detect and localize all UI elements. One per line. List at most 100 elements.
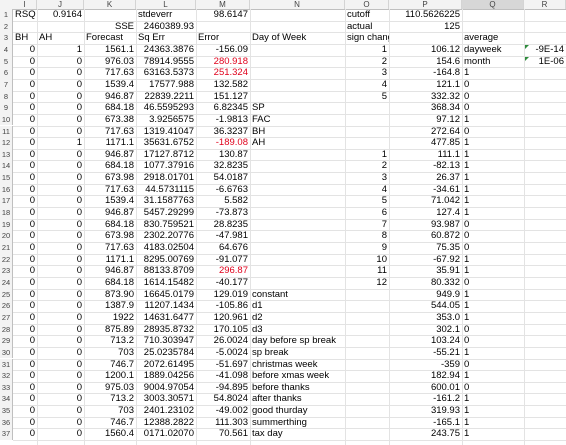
cell-p13[interactable]: 111.1 — [389, 149, 462, 161]
column-header-k[interactable]: K — [84, 0, 136, 9]
cell-l18[interactable]: 5457.29299 — [136, 207, 196, 219]
cell-m28[interactable]: 170.105 — [196, 324, 250, 336]
cell-l20[interactable]: 2302.20776 — [136, 230, 196, 242]
cell-l29[interactable]: 710.303947 — [136, 335, 196, 347]
cell-k34[interactable]: 713.2 — [84, 393, 136, 405]
cell-j31[interactable]: 0 — [37, 359, 84, 371]
cell-l4[interactable]: 24363.3876 — [136, 44, 196, 56]
cell-j27[interactable]: 0 — [37, 312, 84, 324]
cell-i26[interactable]: 0 — [13, 300, 37, 312]
cell-j6[interactable]: 0 — [37, 67, 84, 79]
cell-q23[interactable]: 1 — [462, 265, 524, 277]
cell-o6[interactable]: 3 — [345, 67, 389, 79]
cell-q10[interactable]: 1 — [462, 114, 524, 126]
cell-l37[interactable]: 0171.02070 — [136, 428, 196, 440]
cell-l11[interactable]: 1319.41047 — [136, 126, 196, 138]
cell-n28[interactable]: d3 — [250, 324, 345, 336]
cell-m13[interactable]: 130.87 — [196, 149, 250, 161]
cell-n3[interactable]: Day of Week — [250, 32, 345, 44]
cell-o13[interactable]: 1 — [345, 149, 389, 161]
cell-l36[interactable]: 12388.2822 — [136, 417, 196, 429]
cell-l6[interactable]: 63163.5373 — [136, 67, 196, 79]
cell-k15[interactable]: 673.98 — [84, 172, 136, 184]
cell-l27[interactable]: 14631.6477 — [136, 312, 196, 324]
cell-o1[interactable]: cutoff — [345, 9, 389, 21]
cell-i22[interactable]: 0 — [13, 254, 37, 266]
cell-m30[interactable]: -5.0024 — [196, 347, 250, 359]
column-header-m[interactable]: M — [196, 0, 250, 9]
cell-n12[interactable]: AH — [250, 137, 345, 149]
cell-j14[interactable]: 0 — [37, 160, 84, 172]
cell-o24[interactable]: 12 — [345, 277, 389, 289]
cell-k28[interactable]: 875.89 — [84, 324, 136, 336]
cell-p7[interactable]: 121.1 — [389, 79, 462, 91]
cell-q16[interactable]: 1 — [462, 184, 524, 196]
cell-o19[interactable]: 7 — [345, 219, 389, 231]
cell-m12[interactable]: -189.08 — [196, 137, 250, 149]
cell-j7[interactable]: 0 — [37, 79, 84, 91]
cell-q27[interactable]: 1 — [462, 312, 524, 324]
cell-l1[interactable]: stdeverr — [136, 9, 196, 21]
cell-l25[interactable]: 16645.0179 — [136, 289, 196, 301]
cell-p16[interactable]: -34.61 — [389, 184, 462, 196]
cell-o21[interactable]: 9 — [345, 242, 389, 254]
cell-p37[interactable]: 243.75 — [389, 428, 462, 440]
cell-q25[interactable]: 1 — [462, 289, 524, 301]
cell-n9[interactable]: SP — [250, 102, 345, 114]
cell-p33[interactable]: 600.01 — [389, 382, 462, 394]
cell-o2[interactable]: actual — [345, 21, 389, 33]
cell-i13[interactable]: 0 — [13, 149, 37, 161]
cell-k3[interactable]: Forecast — [84, 32, 136, 44]
cell-p5[interactable]: 154.6 — [389, 56, 462, 68]
cell-q21[interactable]: 0 — [462, 242, 524, 254]
column-header-r[interactable]: R — [524, 0, 566, 9]
cell-j9[interactable]: 0 — [37, 102, 84, 114]
cell-l34[interactable]: 3003.30571 — [136, 393, 196, 405]
cell-p32[interactable]: 182.94 — [389, 370, 462, 382]
cell-i24[interactable]: 0 — [13, 277, 37, 289]
cell-n29[interactable]: day before sp break — [250, 335, 345, 347]
cell-n25[interactable]: constant — [250, 289, 345, 301]
cell-p36[interactable]: -165.1 — [389, 417, 462, 429]
cell-q37[interactable]: 1 — [462, 428, 524, 440]
cell-p4[interactable]: 106.12 — [389, 44, 462, 56]
cell-j8[interactable]: 0 — [37, 91, 84, 103]
cell-k6[interactable]: 717.63 — [84, 67, 136, 79]
cell-m33[interactable]: -94.895 — [196, 382, 250, 394]
spreadsheet[interactable]: IJKLMNOPQR 1 RSQ 0.9164 stdeverr 98.6147 cuto… — [0, 0, 566, 445]
cell-m24[interactable]: -40.177 — [196, 277, 250, 289]
cell-i16[interactable]: 0 — [13, 184, 37, 196]
cell-o22[interactable]: 10 — [345, 254, 389, 266]
cell-q36[interactable]: 1 — [462, 417, 524, 429]
cell-m21[interactable]: 64.676 — [196, 242, 250, 254]
cell-i35[interactable]: 0 — [13, 405, 37, 417]
cell-q6[interactable]: 1 — [462, 67, 524, 79]
cell-n27[interactable]: d2 — [250, 312, 345, 324]
cell-l28[interactable]: 28935.8732 — [136, 324, 196, 336]
cell-m34[interactable]: 54.8024 — [196, 393, 250, 405]
cell-j19[interactable]: 0 — [37, 219, 84, 231]
cell-p31[interactable]: -359 — [389, 359, 462, 371]
column-header-n[interactable]: N — [250, 0, 345, 9]
cell-m8[interactable]: 151.127 — [196, 91, 250, 103]
cell-l8[interactable]: 22839.2211 — [136, 91, 196, 103]
cell-j10[interactable]: 0 — [37, 114, 84, 126]
cell-i18[interactable]: 0 — [13, 207, 37, 219]
cell-j18[interactable]: 0 — [37, 207, 84, 219]
cell-k12[interactable]: 1171.1 — [84, 137, 136, 149]
cell-j15[interactable]: 0 — [37, 172, 84, 184]
cell-i19[interactable]: 0 — [13, 219, 37, 231]
error-indicator-icon[interactable] — [525, 44, 529, 49]
cell-j17[interactable]: 0 — [37, 195, 84, 207]
cell-n26[interactable]: d1 — [250, 300, 345, 312]
cell-o5[interactable]: 2 — [345, 56, 389, 68]
cell-k21[interactable]: 717.63 — [84, 242, 136, 254]
cell-l21[interactable]: 4183.02504 — [136, 242, 196, 254]
cell-l23[interactable]: 88133.8709 — [136, 265, 196, 277]
cell-q29[interactable]: 0 — [462, 335, 524, 347]
cell-l22[interactable]: 8295.00769 — [136, 254, 196, 266]
cell-q13[interactable]: 1 — [462, 149, 524, 161]
cell-l2[interactable]: 2460389.93 — [136, 21, 196, 33]
cell-p22[interactable]: -67.92 — [389, 254, 462, 266]
cell-m7[interactable]: 132.582 — [196, 79, 250, 91]
